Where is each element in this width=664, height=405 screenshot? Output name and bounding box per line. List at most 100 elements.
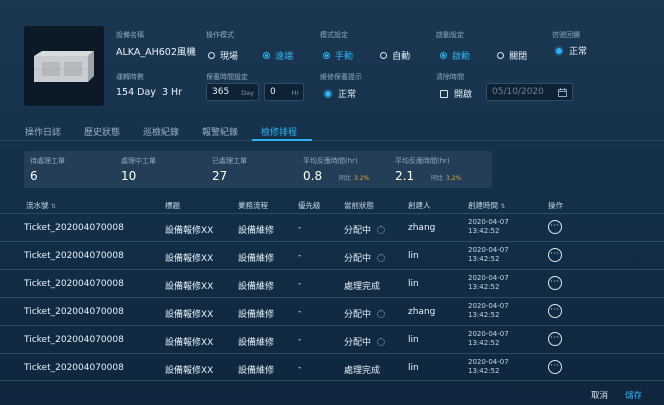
- operation-mode-group: 現場 遠端: [208, 44, 293, 63]
- stat-value: 27: [212, 169, 228, 183]
- stat-title: 已處理工單: [212, 157, 247, 165]
- cell-creator: lin: [408, 363, 419, 373]
- active-tab-underline: [252, 139, 312, 141]
- cell-creator: zhang: [408, 223, 436, 233]
- tab-maintenance-schedule[interactable]: 檢修排程: [261, 125, 297, 138]
- table-row: Ticket_202004070008 設備報修XX 設備維修 - 分配中 lin 2020…: [0, 325, 664, 353]
- tabs-divider: [0, 140, 664, 141]
- cell-process: 設備維修: [238, 226, 275, 236]
- col-header-creator: 創建人: [408, 201, 431, 210]
- tab-history-status[interactable]: 歷史狀態: [84, 125, 120, 138]
- stat-value: 2.1: [395, 169, 415, 183]
- loading-spinner-icon: [377, 225, 386, 234]
- cell-process: 設備維修: [238, 310, 275, 320]
- hour-unit: Hr: [291, 89, 299, 97]
- stat-card-pending: 待處理工單 6: [24, 151, 127, 188]
- cell-created-time: 2020-04-07 13:42:52: [468, 218, 509, 236]
- created-date: 2020-04-07: [468, 330, 509, 338]
- cell-status: 分配中: [344, 307, 386, 320]
- radio-icon: [380, 52, 388, 59]
- save-button[interactable]: 儲存: [625, 389, 642, 401]
- maintenance-alert-status: 正常: [325, 87, 356, 100]
- cell-process: 設備維修: [238, 338, 275, 348]
- status-dot-icon: [556, 47, 562, 54]
- maintenance-hour-input[interactable]: 0 Hr: [264, 83, 304, 101]
- stat-title: 平均反應時間(hr): [395, 157, 450, 165]
- stat-title: 待處理工單: [30, 157, 65, 165]
- signal-status-label: 信號回饋: [552, 31, 580, 39]
- tab-alarm-records[interactable]: 報警紀錄: [202, 125, 238, 138]
- col-header-actions: 操作: [548, 201, 563, 210]
- col-header-title: 標題: [165, 201, 180, 210]
- more-actions-icon[interactable]: ···: [548, 332, 562, 346]
- more-actions-icon[interactable]: ···: [548, 248, 562, 262]
- status-text: 處理完成: [344, 366, 381, 376]
- cell-created-time: 2020-04-07 13:42:52: [468, 246, 509, 264]
- status-text: 分配中: [344, 254, 372, 264]
- start-setting-option-start[interactable]: 啟動: [440, 52, 470, 62]
- day-unit: Day: [241, 89, 254, 97]
- created-date: 2020-04-07: [468, 274, 509, 282]
- col-header-process: 業務流程: [238, 201, 268, 210]
- clean-time-checkbox[interactable]: 開啟: [440, 87, 472, 100]
- more-actions-icon[interactable]: ···: [548, 360, 562, 374]
- radio-selected-icon: [323, 52, 330, 59]
- radio-selected-icon: [440, 52, 447, 59]
- schedule-mode-option-manual[interactable]: 手動: [323, 52, 353, 62]
- cell-status: 分配中: [344, 223, 386, 236]
- cell-status: 分配中: [344, 251, 386, 264]
- schedule-mode-option-auto[interactable]: 自動: [380, 52, 410, 62]
- cell-creator: lin: [408, 335, 419, 345]
- tab-operation-log[interactable]: 操作日誌: [25, 125, 61, 138]
- operation-mode-option-remote[interactable]: 遠端: [263, 52, 293, 62]
- clean-time-label: 清除時間: [436, 73, 464, 81]
- sort-icon[interactable]: ⇅: [500, 203, 505, 210]
- created-time: 13:42:52: [468, 255, 500, 263]
- status-text: 分配中: [344, 226, 372, 236]
- loading-spinner-icon: [377, 309, 386, 318]
- checkbox-icon: [440, 89, 448, 98]
- maintenance-period-label: 保養時間設定: [206, 73, 248, 81]
- calendar-icon[interactable]: [558, 88, 567, 97]
- stat-compare: 同比 3.2%: [431, 175, 462, 182]
- created-time: 13:42:52: [468, 339, 500, 347]
- stat-card-processed: 已處理工單 27: [206, 151, 309, 188]
- cell-process: 設備維修: [238, 282, 275, 292]
- cell-ticket-id: Ticket_202004070008: [24, 251, 124, 261]
- clean-date-input[interactable]: 05/10/2020: [486, 83, 573, 101]
- cell-ticket-id: Ticket_202004070008: [24, 307, 124, 317]
- sort-icon[interactable]: ⇅: [51, 203, 56, 210]
- tab-inspection-records[interactable]: 巡檢紀錄: [143, 125, 179, 138]
- created-time: 13:42:52: [468, 283, 500, 291]
- table-row: Ticket_202004070008 設備報修XX 設備維修 - 分配中 zhang 20…: [0, 297, 664, 325]
- stat-value: 0.8: [303, 169, 323, 183]
- cell-priority: -: [298, 307, 302, 317]
- start-setting-option-stop[interactable]: 關閉: [497, 52, 527, 62]
- cancel-button[interactable]: 取消: [591, 389, 608, 401]
- run-time-label: 運轉時數: [116, 73, 144, 81]
- more-actions-icon[interactable]: ···: [548, 220, 562, 234]
- stat-card-avg-response-2: 平均反應時間(hr) 2.1 同比 3.2%: [389, 151, 492, 188]
- created-date: 2020-04-07: [468, 246, 509, 254]
- cell-title: 設備報修XX: [165, 310, 214, 320]
- cell-ticket-id: Ticket_202004070008: [24, 363, 124, 373]
- start-setting-group: 啟動 關閉: [440, 44, 527, 63]
- stat-title: 處理中工單: [121, 157, 156, 165]
- col-header-priority: 優先級: [298, 201, 321, 210]
- device-image: [24, 26, 104, 106]
- operation-mode-option-local[interactable]: 現場: [208, 52, 238, 62]
- cell-title: 設備報修XX: [165, 254, 214, 264]
- col-header-id: 流水號 ⇅: [26, 201, 56, 210]
- maintenance-day-input[interactable]: 365 Day: [206, 83, 259, 101]
- signal-status: 正常: [556, 44, 587, 57]
- col-header-created-time: 創建時間 ⇅: [468, 201, 506, 210]
- stat-card-in-progress: 處理中工單 10: [115, 151, 218, 188]
- cell-ticket-id: Ticket_202004070008: [24, 335, 124, 345]
- more-actions-icon[interactable]: ···: [548, 304, 562, 318]
- device-name-value: ALKA_AH602風機: [116, 47, 196, 58]
- stat-title: 平均反應時間(hr): [303, 157, 358, 165]
- maintenance-alert-label: 維修保養提示: [320, 73, 362, 81]
- cell-priority: -: [298, 363, 302, 373]
- cell-process: 設備維修: [238, 254, 275, 264]
- more-actions-icon[interactable]: ···: [548, 276, 562, 290]
